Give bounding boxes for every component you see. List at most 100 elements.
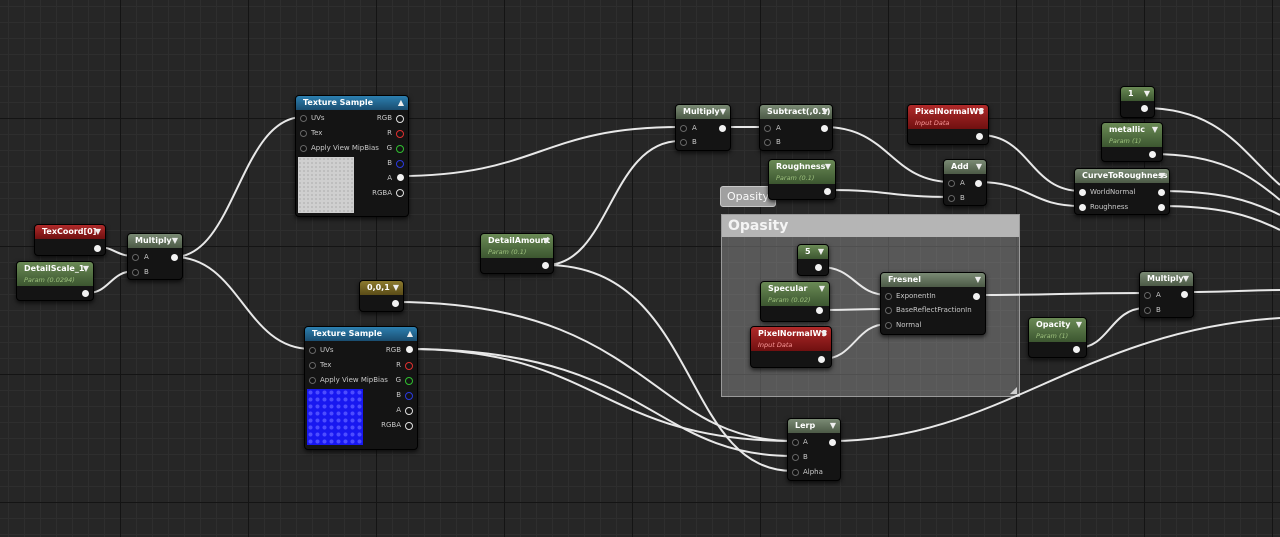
input-pin-a[interactable] — [680, 125, 687, 132]
collapse-chevron-icon[interactable]: ▼ — [825, 163, 831, 171]
output-pin[interactable] — [94, 245, 101, 252]
input-pin-mipbias[interactable] — [300, 145, 307, 152]
output-pin[interactable] — [1181, 291, 1188, 298]
multiply-node[interactable]: Multiply ▼ A B — [127, 233, 183, 280]
collapse-chevron-icon[interactable]: ▼ — [819, 285, 825, 293]
node-header[interactable]: 5 ▼ — [798, 245, 828, 259]
add-node[interactable]: Add ▼ A B — [943, 159, 987, 206]
output-pin[interactable] — [975, 180, 982, 187]
pixelnormalws-node[interactable]: PixelNormalWS Input Data ▼ — [907, 104, 989, 145]
output-pin-r[interactable] — [396, 130, 404, 138]
input-pin-exponent[interactable] — [885, 293, 892, 300]
output-pin[interactable] — [815, 264, 822, 271]
input-pin-a[interactable] — [792, 439, 799, 446]
node-header[interactable]: Multiply ▼ — [676, 105, 730, 119]
material-graph-canvas[interactable]: Opasity Opasity TexCoord[0] ▼ DetailScal… — [0, 0, 1280, 537]
collapse-chevron-icon[interactable]: ▼ — [172, 237, 178, 245]
collapse-chevron-icon[interactable]: ▼ — [720, 108, 726, 116]
collapse-chevron-icon[interactable]: ▼ — [976, 163, 982, 171]
output-pin-a[interactable] — [405, 407, 413, 415]
collapse-chevron-icon[interactable]: ▼ — [95, 228, 101, 236]
input-pin-a[interactable] — [132, 254, 139, 261]
input-pin-tex[interactable] — [309, 362, 316, 369]
collapse-chevron-icon[interactable]: ▼ — [975, 276, 981, 284]
input-pin-b[interactable] — [764, 139, 771, 146]
collapse-chevron-icon[interactable]: ▼ — [83, 265, 89, 273]
roughness-param-node[interactable]: Roughness Param (0.1) ▼ — [768, 159, 836, 200]
node-header[interactable]: 0,0,1 ▼ — [360, 281, 403, 295]
multiply-node[interactable]: Multiply ▼ A B — [675, 104, 731, 151]
collapse-chevron-icon[interactable]: ▼ — [821, 330, 827, 338]
output-pin[interactable] — [82, 290, 89, 297]
constant-node[interactable]: 1 ▼ — [1120, 86, 1155, 118]
pixelnormalws-node[interactable]: PixelNormalWS Input Data ▼ — [750, 326, 832, 368]
node-header[interactable]: Multiply ▼ — [1140, 272, 1193, 286]
input-pin-a[interactable] — [764, 125, 771, 132]
collapse-chevron-icon[interactable]: ▼ — [543, 237, 549, 245]
texture-sample-node[interactable]: Texture Sample ▲ UVs Tex Apply View MipBi… — [295, 95, 409, 217]
node-header[interactable]: Texture Sample ▲ — [305, 327, 417, 341]
resize-handle-icon[interactable] — [1010, 387, 1017, 394]
output-pin[interactable] — [824, 188, 831, 195]
input-pin-b[interactable] — [680, 139, 687, 146]
node-header[interactable]: Lerp ▼ — [788, 419, 840, 433]
collapse-chevron-icon[interactable]: ▼ — [1076, 321, 1082, 329]
node-header[interactable]: Subtract(,0.1) ▼ — [760, 105, 832, 119]
detailscale-param-node[interactable]: DetailScale_1 Param (0.0294) ▼ — [16, 261, 94, 301]
node-header[interactable]: Multiply ▼ — [128, 234, 182, 248]
output-pin[interactable] — [392, 300, 399, 307]
input-pin-b[interactable] — [1144, 307, 1151, 314]
output-pin-g[interactable] — [405, 377, 413, 385]
output-pin[interactable] — [1073, 346, 1080, 353]
node-header[interactable]: Add ▼ — [944, 160, 986, 174]
output-pin-rgb[interactable] — [406, 346, 413, 353]
input-pin-b[interactable] — [792, 454, 799, 461]
output-pin[interactable] — [821, 125, 828, 132]
node-header[interactable]: Texture Sample ▲ — [296, 96, 408, 110]
collapse-chevron-icon[interactable]: ▼ — [1144, 90, 1150, 98]
input-pin-alpha[interactable] — [792, 469, 799, 476]
node-header[interactable]: CurveToRoughness ▼ — [1075, 169, 1169, 183]
collapse-chevron-icon[interactable]: ▼ — [830, 422, 836, 430]
output-pin-b[interactable] — [405, 392, 413, 400]
input-pin-uvs[interactable] — [300, 115, 307, 122]
collapse-chevron-icon[interactable]: ▼ — [1159, 172, 1165, 180]
input-pin-basereflect[interactable] — [885, 307, 892, 314]
input-pin-uvs[interactable] — [309, 347, 316, 354]
collapse-arrow-icon[interactable]: ▲ — [407, 330, 413, 338]
output-pin[interactable] — [1158, 189, 1165, 196]
collapse-chevron-icon[interactable]: ▼ — [1183, 275, 1189, 283]
input-pin-worldnormal[interactable] — [1079, 189, 1086, 196]
output-pin[interactable] — [816, 307, 823, 314]
collapse-chevron-icon[interactable]: ▼ — [393, 284, 399, 292]
lerp-node[interactable]: Lerp ▼ A B Alpha — [787, 418, 841, 481]
output-pin-2[interactable] — [1158, 204, 1165, 211]
output-pin[interactable] — [719, 125, 726, 132]
node-header[interactable]: 1 ▼ — [1121, 87, 1154, 101]
input-pin-a[interactable] — [1144, 292, 1151, 299]
input-pin-normal[interactable] — [885, 322, 892, 329]
output-pin[interactable] — [1141, 105, 1148, 112]
collapse-arrow-icon[interactable]: ▲ — [398, 99, 404, 107]
input-pin-a[interactable] — [948, 180, 955, 187]
input-pin-roughness[interactable] — [1079, 204, 1086, 211]
output-pin-rgb[interactable] — [396, 115, 404, 123]
input-pin-b[interactable] — [132, 269, 139, 276]
node-header[interactable]: Specular Param (0.02) ▼ — [761, 282, 829, 306]
node-header[interactable]: Fresnel ▼ — [881, 273, 985, 287]
node-header[interactable]: Roughness Param (0.1) ▼ — [769, 160, 835, 184]
output-pin[interactable] — [829, 439, 836, 446]
curvetoroughness-node[interactable]: CurveToRoughness ▼ WorldNormal Roughness — [1074, 168, 1170, 215]
output-pin-rgba[interactable] — [405, 422, 413, 430]
constant-node[interactable]: 5 ▼ — [797, 244, 829, 276]
multiply-node[interactable]: Multiply ▼ A B — [1139, 271, 1194, 318]
output-pin[interactable] — [976, 133, 983, 140]
node-header[interactable]: PixelNormalWS Input Data ▼ — [908, 105, 988, 129]
texcoord-node[interactable]: TexCoord[0] ▼ — [34, 224, 106, 256]
specular-param-node[interactable]: Specular Param (0.02) ▼ — [760, 281, 830, 322]
metallic-param-node[interactable]: metallic Param (1) ▼ — [1101, 122, 1163, 162]
node-header[interactable]: DetailScale_1 Param (0.0294) ▼ — [17, 262, 93, 286]
node-header[interactable]: PixelNormalWS Input Data ▼ — [751, 327, 831, 351]
collapse-chevron-icon[interactable]: ▼ — [978, 108, 984, 116]
output-pin[interactable] — [171, 254, 178, 261]
